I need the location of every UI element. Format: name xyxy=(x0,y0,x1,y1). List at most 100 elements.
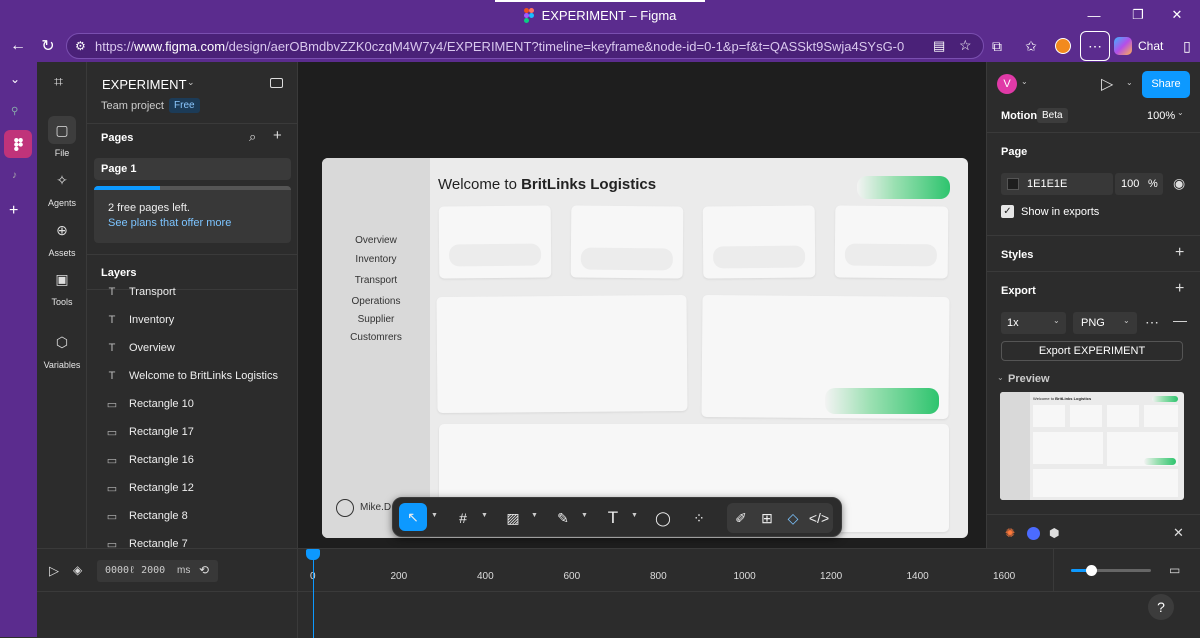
nav-item-operations[interactable]: Operations xyxy=(322,296,430,307)
layer-row[interactable]: ▭ Rectangle 10 xyxy=(87,390,297,418)
reload-icon[interactable]: ↻ xyxy=(36,34,60,58)
chevron-down-icon[interactable]: ⌄ xyxy=(1126,78,1133,87)
minimize-button[interactable]: — xyxy=(1071,0,1117,30)
rail-item-tools[interactable]: ▣ Tools xyxy=(37,265,87,308)
plan-badge[interactable]: Free xyxy=(169,98,200,113)
collapse-timeline-icon[interactable]: ▭ xyxy=(1169,563,1180,577)
see-plans-link[interactable]: See plans that offer more xyxy=(108,217,231,229)
user-name[interactable]: Mike.D xyxy=(360,502,391,513)
user-avatar-icon[interactable] xyxy=(336,499,354,517)
rail-item-file[interactable]: ▢ File xyxy=(37,116,87,158)
frame-heading[interactable]: Welcome to BritLinks Logistics xyxy=(438,176,656,193)
chevron-down-icon[interactable]: ▼ xyxy=(631,512,638,519)
nav-item-transport[interactable]: Transport xyxy=(322,275,430,286)
header-gradient-button[interactable] xyxy=(857,176,950,199)
page-item-page-1[interactable]: Page 1 xyxy=(94,158,291,180)
export-options-icon[interactable]: ⋯ xyxy=(1145,314,1159,331)
comment-tool-icon[interactable]: ◯ xyxy=(651,506,675,530)
share-button[interactable]: Share xyxy=(1142,71,1190,98)
panel-card[interactable] xyxy=(436,294,688,414)
layer-row[interactable]: ▭ Rectangle 16 xyxy=(87,446,297,474)
design-canvas[interactable]: Overview Inventory Transport Operations … xyxy=(298,62,986,548)
frame-tool-icon[interactable]: # xyxy=(451,506,475,530)
zoom-level[interactable]: 100% xyxy=(1147,110,1175,122)
dev-mode-icon[interactable]: </> xyxy=(807,506,831,530)
figma-tab-icon[interactable] xyxy=(4,130,32,158)
stat-card[interactable] xyxy=(834,205,949,279)
frame-sidebar[interactable]: Overview Inventory Transport Operations … xyxy=(322,158,430,538)
search-pages-icon[interactable]: ⌕ xyxy=(249,129,256,145)
timeline-ruler[interactable]: 0 200 400 600 800 1000 1200 1400 1600 xyxy=(37,549,1053,591)
design-mode-icon[interactable]: ⊞ xyxy=(755,506,779,530)
figma-menu-icon[interactable]: ⌗ xyxy=(54,74,63,92)
site-info-icon[interactable]: ⚙ xyxy=(75,39,86,53)
new-tab-icon[interactable]: + xyxy=(9,202,18,220)
rail-item-variables[interactable]: ⬡ Variables xyxy=(37,328,87,371)
file-name[interactable]: EXPERIMENT xyxy=(102,77,187,92)
reader-mode-icon[interactable]: ▤ xyxy=(933,38,945,54)
page-color-field[interactable]: 1E1E1E xyxy=(1001,173,1113,195)
user-avatar[interactable]: V xyxy=(997,74,1017,94)
page-opacity-field[interactable]: 100 % xyxy=(1115,173,1163,195)
layer-row[interactable]: ▭ Rectangle 17 xyxy=(87,418,297,446)
component-icon[interactable]: ◇ xyxy=(781,506,805,530)
close-button[interactable]: ✕ xyxy=(1154,0,1200,30)
copilot-chat-button[interactable]: Chat xyxy=(1114,33,1176,59)
move-tool-icon[interactable]: ↖ xyxy=(399,503,427,531)
chevron-down-icon[interactable]: ▼ xyxy=(481,512,488,519)
star-icon[interactable]: ☆ xyxy=(959,37,972,54)
present-play-icon[interactable]: ▷ xyxy=(1101,74,1113,94)
chevron-down-icon[interactable]: ▼ xyxy=(431,512,438,519)
chevron-down-icon[interactable]: ⌄ xyxy=(997,373,1004,382)
chevron-down-icon[interactable]: ⌄ xyxy=(1177,108,1184,117)
layer-row[interactable]: ▭ Rectangle 12 xyxy=(87,474,297,502)
export-scale-select[interactable]: 1x ⌄ xyxy=(1001,312,1066,334)
close-icon[interactable]: ✕ xyxy=(1173,525,1184,541)
stat-card[interactable] xyxy=(702,205,816,279)
zoom-slider-thumb[interactable] xyxy=(1086,565,1097,576)
design-frame[interactable]: Overview Inventory Transport Operations … xyxy=(322,158,968,538)
remove-export-icon[interactable]: — xyxy=(1173,312,1187,328)
layer-row[interactable]: T Overview xyxy=(87,334,297,362)
basketball-icon[interactable] xyxy=(1052,35,1074,57)
image-tool-icon[interactable]: ▨ xyxy=(501,506,525,530)
search-tab-icon[interactable]: ⚲ xyxy=(11,106,18,117)
back-arrow-icon[interactable]: ← xyxy=(6,34,30,58)
nav-item-inventory[interactable]: Inventory xyxy=(322,254,430,265)
chevron-down-icon[interactable]: ▼ xyxy=(531,512,538,519)
plugin-cube-icon[interactable]: ⬢ xyxy=(1049,526,1059,540)
panel-gradient-button[interactable] xyxy=(825,388,939,414)
layer-row[interactable]: T Transport xyxy=(87,278,297,306)
file-menu-chevron-icon[interactable]: ⌄ xyxy=(187,77,195,88)
stat-card[interactable] xyxy=(438,205,552,279)
plugin-icon[interactable]: ✺ xyxy=(1005,526,1015,540)
help-button[interactable]: ? xyxy=(1148,594,1174,620)
chevron-down-icon[interactable]: ⌄ xyxy=(10,72,20,86)
plugin-icon[interactable] xyxy=(1027,527,1040,540)
preview-header[interactable]: Preview xyxy=(1008,373,1050,385)
show-exports-checkbox[interactable]: ✓ xyxy=(1001,205,1014,218)
layer-row[interactable]: T Welcome to BritLinks Logistics xyxy=(87,362,297,390)
eye-icon[interactable]: ◉ xyxy=(1173,175,1185,192)
actions-tool-icon[interactable]: ⁘ xyxy=(687,506,711,530)
export-button[interactable]: Export EXPERIMENT xyxy=(1001,341,1183,361)
chevron-down-icon[interactable]: ⌄ xyxy=(1021,77,1028,86)
nav-item-supplier[interactable]: Supplier xyxy=(322,314,430,325)
layer-row[interactable]: ▭ Rectangle 8 xyxy=(87,502,297,530)
stat-card[interactable] xyxy=(570,205,684,279)
export-format-select[interactable]: PNG ⌄ xyxy=(1073,312,1137,334)
nav-item-overview[interactable]: Overview xyxy=(322,235,430,246)
rail-item-agents[interactable]: ✧ Agents xyxy=(37,166,87,209)
add-page-icon[interactable]: + xyxy=(273,127,282,144)
add-export-icon[interactable]: + xyxy=(1175,280,1184,298)
rail-item-assets[interactable]: ⊕ Assets xyxy=(37,216,87,259)
layer-row[interactable]: T Inventory xyxy=(87,306,297,334)
favorites-icon[interactable]: ✩ xyxy=(1020,35,1042,57)
nav-item-customers[interactable]: Customrers xyxy=(322,332,430,343)
url-bar[interactable]: ⚙ https://www.figma.com/design/aerOBmdbv… xyxy=(66,33,984,59)
add-style-icon[interactable]: + xyxy=(1175,244,1184,262)
chevron-down-icon[interactable]: ▼ xyxy=(581,512,588,519)
draw-tool-icon[interactable]: ✐ xyxy=(729,506,753,530)
pen-tool-icon[interactable]: ✎ xyxy=(551,506,575,530)
sidebar-toggle-icon[interactable]: ▯ xyxy=(1176,35,1198,57)
